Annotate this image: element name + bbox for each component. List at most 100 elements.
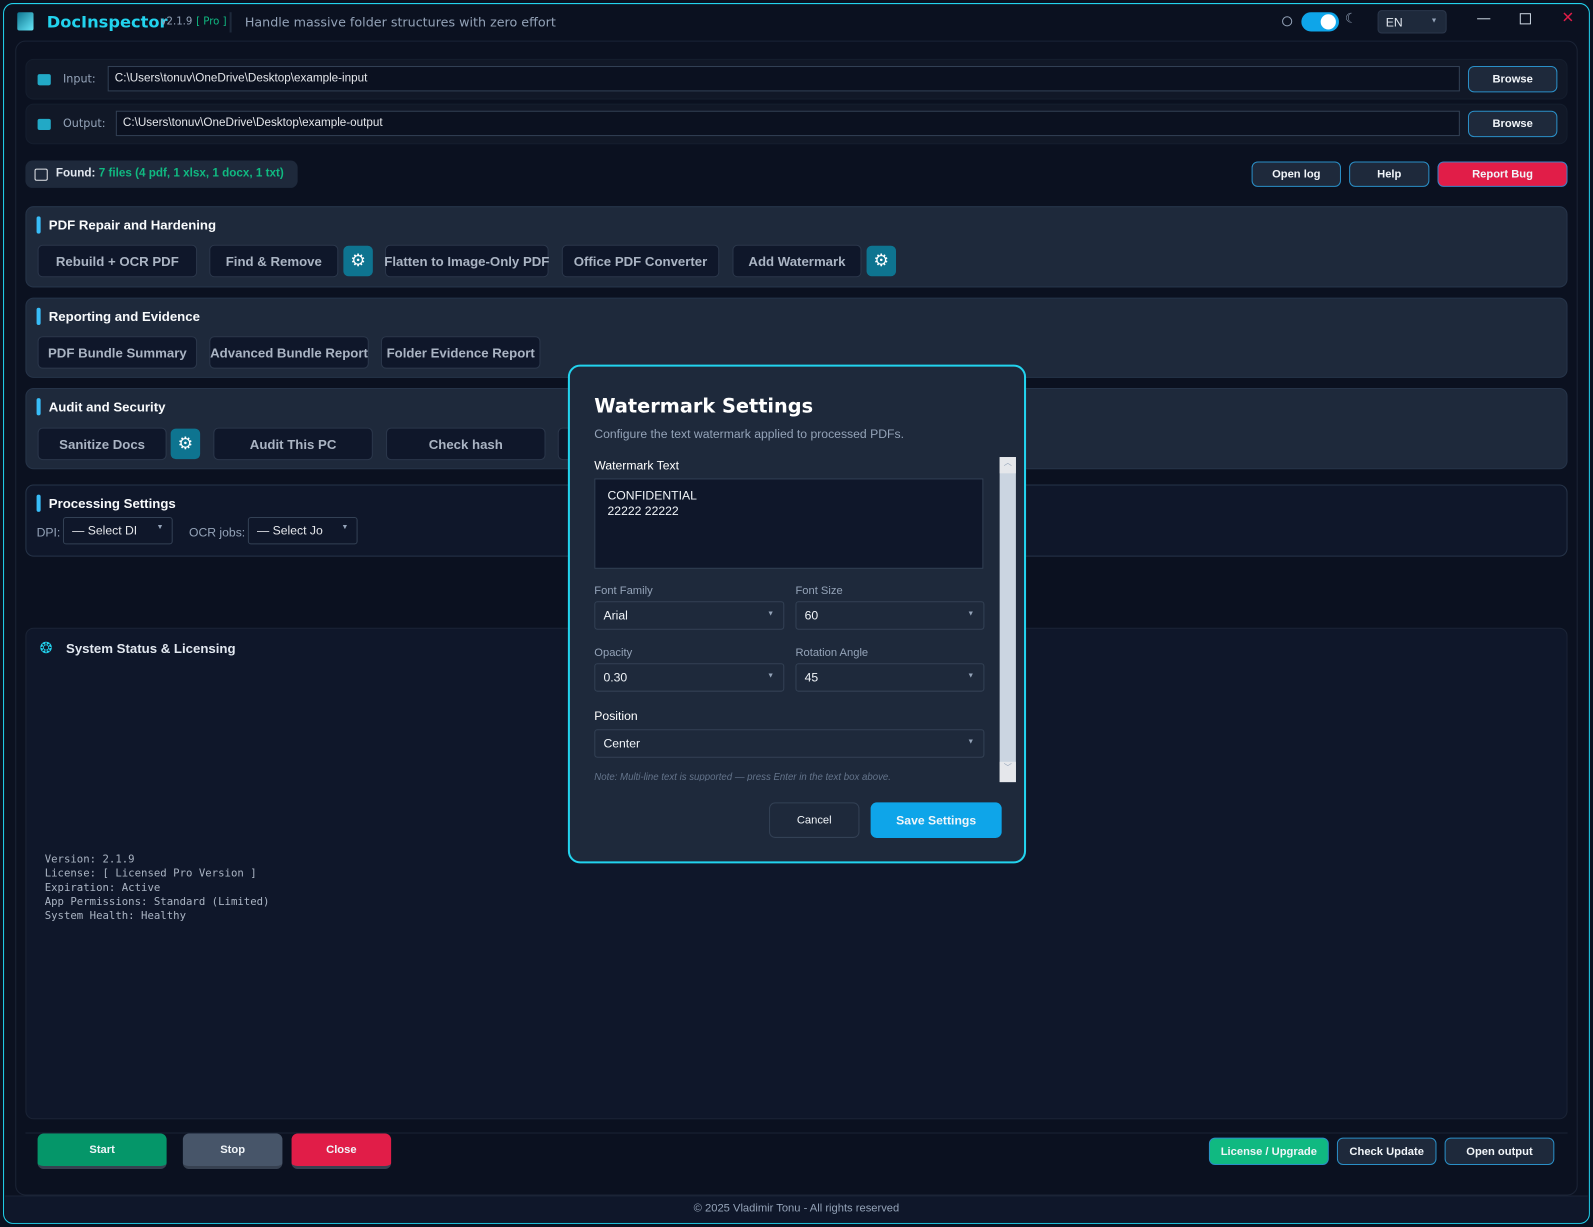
status-title: System Status & Licensing	[66, 640, 236, 657]
section-title: PDF Repair and Hardening	[48, 217, 217, 233]
folder-evidence-report-button[interactable]: Folder Evidence Report	[380, 336, 541, 369]
app-version: v2.1.9	[160, 16, 193, 28]
start-button[interactable]: Start	[37, 1133, 167, 1170]
output-label: Output:	[62, 116, 106, 131]
chevron-down-icon: ▼	[341, 524, 349, 532]
scroll-up-icon[interactable]: ︿	[999, 457, 1016, 474]
ocr-jobs-value: — Select Jo	[257, 523, 323, 538]
app-tagline: Handle massive folder structures with ze…	[244, 14, 556, 30]
chevron-down-icon: ▼	[156, 524, 164, 532]
report-bug-button[interactable]: Report Bug	[1437, 161, 1568, 187]
chevron-down-icon: ▼	[967, 738, 975, 746]
watermark-settings-dialog: Watermark Settings Configure the text wa…	[567, 364, 1027, 864]
flatten-button[interactable]: Flatten to Image-Only PDF	[384, 244, 549, 278]
font-family-select[interactable]: Arial ▼	[594, 601, 785, 630]
minimize-button[interactable]	[1477, 18, 1491, 20]
font-size-value: 60	[804, 608, 819, 623]
input-path-field[interactable]: C:\Users\tonuv\OneDrive\Desktop\example-…	[107, 66, 1460, 92]
position-select[interactable]: Center ▼	[594, 729, 985, 758]
close-window-button[interactable]: ✕	[1561, 8, 1574, 26]
office-converter-button[interactable]: Office PDF Converter	[561, 244, 720, 278]
ocr-jobs-select[interactable]: — Select Jo ▼	[247, 516, 358, 545]
sun-icon	[1282, 16, 1293, 27]
font-family-label: Font Family	[594, 585, 653, 598]
font-family-value: Arial	[603, 608, 628, 623]
audit-pc-button[interactable]: Audit This PC	[213, 427, 373, 461]
moon-icon: ☾	[1345, 11, 1357, 27]
section-accent	[36, 216, 41, 234]
position-value: Center	[603, 736, 641, 751]
font-size-label: Font Size	[795, 585, 843, 598]
rotation-select[interactable]: 45 ▼	[795, 663, 985, 692]
sanitize-settings-gear-icon[interactable]: ⚙	[170, 428, 201, 460]
find-remove-settings-gear-icon[interactable]: ⚙	[343, 245, 373, 277]
position-label: Position	[594, 708, 638, 724]
input-label: Input:	[62, 72, 96, 86]
folder-icon	[37, 74, 51, 86]
watermark-text-label: Watermark Text	[594, 458, 679, 473]
sanitize-docs-button[interactable]: Sanitize Docs	[37, 427, 167, 461]
scroll-down-icon[interactable]: ﹀	[999, 761, 1016, 783]
bundle-summary-button[interactable]: PDF Bundle Summary	[37, 336, 198, 369]
atom-icon: ❂	[39, 638, 53, 658]
dpi-value: — Select DI	[72, 523, 138, 538]
found-label: Found:	[55, 167, 96, 180]
output-path-field[interactable]: C:\Users\tonuv\OneDrive\Desktop\example-…	[115, 110, 1460, 137]
status-line: Expiration: Active	[44, 881, 161, 894]
find-remove-button[interactable]: Find & Remove	[209, 244, 339, 278]
save-settings-button[interactable]: Save Settings	[870, 802, 1002, 838]
add-watermark-button[interactable]: Add Watermark	[732, 244, 862, 278]
section-title: Reporting and Evidence	[48, 308, 200, 325]
dpi-select[interactable]: — Select DI ▼	[62, 516, 173, 545]
dialog-subtitle: Configure the text watermark applied to …	[594, 426, 904, 441]
status-line: Version: 2.1.9	[44, 853, 135, 866]
language-value: EN	[1385, 15, 1403, 30]
opacity-value: 0.30	[603, 670, 628, 685]
check-update-button[interactable]: Check Update	[1336, 1137, 1437, 1166]
cancel-button[interactable]: Cancel	[769, 802, 860, 838]
stop-button[interactable]: Stop	[182, 1133, 283, 1170]
section-pdf-repair: PDF Repair and Hardening Rebuild + OCR P…	[25, 206, 1568, 288]
advanced-bundle-report-button[interactable]: Advanced Bundle Report	[209, 336, 369, 369]
check-hash-button[interactable]: Check hash	[386, 427, 546, 461]
watermark-text-input[interactable]: CONFIDENTIAL 22222 22222	[594, 478, 984, 569]
close-button[interactable]: Close	[291, 1133, 392, 1170]
status-lines: Version: 2.1.9 License: [ Licensed Pro V…	[45, 852, 270, 923]
chevron-down-icon: ▼	[1430, 17, 1438, 25]
section-title: Audit and Security	[48, 399, 166, 415]
watermark-settings-gear-icon[interactable]: ⚙	[866, 245, 897, 277]
edition-badge: [ Pro ]	[196, 16, 227, 28]
help-button[interactable]: Help	[1349, 161, 1430, 187]
open-output-button[interactable]: Open output	[1444, 1137, 1555, 1166]
rotation-label: Rotation Angle	[795, 647, 869, 660]
section-accent	[36, 307, 41, 326]
rebuild-ocr-button[interactable]: Rebuild + OCR PDF	[37, 244, 198, 278]
chevron-down-icon: ▼	[967, 672, 975, 680]
dialog-title: Watermark Settings	[594, 395, 814, 418]
chevron-down-icon: ▼	[767, 672, 775, 680]
language-select[interactable]: EN ▼	[1377, 10, 1447, 34]
font-size-select[interactable]: 60 ▼	[795, 601, 985, 630]
theme-toggle[interactable]	[1301, 12, 1339, 32]
maximize-button[interactable]	[1519, 13, 1531, 25]
opacity-select[interactable]: 0.30 ▼	[594, 663, 785, 692]
section-title: Processing Settings	[48, 495, 176, 511]
status-line: App Permissions: Standard (Limited)	[44, 895, 270, 909]
app-logo-icon	[17, 12, 34, 31]
calendar-icon	[34, 168, 48, 181]
found-summary: Found: 7 files (4 pdf, 1 xlsx, 1 docx, 1…	[25, 160, 298, 188]
input-row: Input: C:\Users\tonuv\OneDrive\Desktop\e…	[25, 58, 1568, 100]
browse-input-button[interactable]: Browse	[1467, 66, 1558, 93]
chevron-down-icon: ▼	[767, 610, 775, 618]
status-line: License: [ Licensed Pro Version ]	[44, 867, 257, 880]
dialog-scrollbar[interactable]: ︿ ﹀	[999, 457, 1016, 783]
footer-text: © 2025 Vladimir Tonu - All rights reserv…	[693, 1202, 900, 1215]
browse-output-button[interactable]: Browse	[1467, 110, 1558, 138]
section-accent	[36, 494, 41, 512]
license-upgrade-button[interactable]: License / Upgrade	[1208, 1137, 1329, 1166]
dialog-note: Note: Multi-line text is supported — pre…	[594, 771, 891, 782]
open-log-button[interactable]: Open log	[1251, 161, 1341, 187]
divider	[229, 12, 232, 33]
status-line: System Health: Healthy	[44, 910, 186, 923]
ocr-jobs-label: OCR jobs:	[188, 525, 246, 540]
